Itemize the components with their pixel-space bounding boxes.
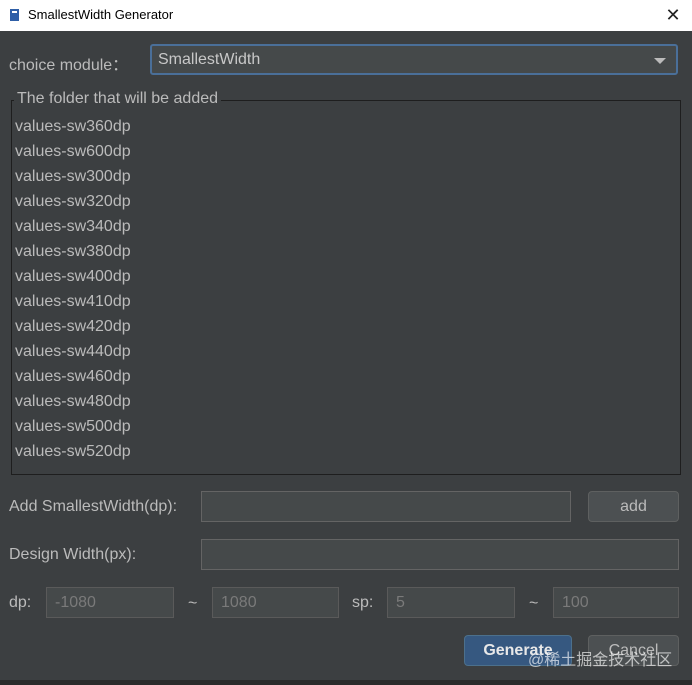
list-item: values-sw380dp <box>15 243 131 260</box>
design-width-label: Design Width(px): <box>9 546 137 563</box>
sp-min-field[interactable] <box>387 587 515 618</box>
list-item: values-sw480dp <box>15 393 131 410</box>
folder-list: values-sw360dp values-sw600dp values-sw3… <box>15 114 131 464</box>
list-item: values-sw420dp <box>15 318 131 335</box>
close-icon[interactable]: ✕ <box>662 4 684 26</box>
list-item: values-sw520dp <box>15 443 131 460</box>
list-item: values-sw500dp <box>15 418 131 435</box>
list-item: values-sw300dp <box>15 168 131 185</box>
list-item: values-sw600dp <box>15 143 131 160</box>
list-item: values-sw360dp <box>15 118 131 135</box>
app-icon <box>10 9 19 21</box>
dp-max-field[interactable] <box>212 587 339 618</box>
watermark: @稀土掘金技术社区 <box>528 652 673 669</box>
chevron-down-icon[interactable] <box>654 58 666 64</box>
module-select-value: SmallestWidth <box>158 51 261 68</box>
bottom-strip <box>0 680 692 685</box>
dp-min-field[interactable] <box>46 587 174 618</box>
smallest-width-input[interactable] <box>201 491 571 522</box>
sp-label: sp: <box>352 594 374 611</box>
design-width-input[interactable] <box>201 539 679 570</box>
list-item: values-sw320dp <box>15 193 131 210</box>
choice-module-label: choice module： <box>9 57 129 74</box>
folder-group-title: The folder that will be added <box>14 90 222 108</box>
list-item: values-sw440dp <box>15 343 131 360</box>
range-separator: ~ <box>529 595 539 612</box>
dp-label: dp: <box>9 594 32 611</box>
window-title: SmallestWidth Generator <box>28 7 174 22</box>
list-item: values-sw400dp <box>15 268 131 285</box>
list-item: values-sw460dp <box>15 368 131 385</box>
list-item: values-sw410dp <box>15 293 131 310</box>
add-smallest-width-label: Add SmallestWidth(dp): <box>9 498 178 515</box>
range-separator: ~ <box>188 595 198 612</box>
module-select[interactable]: SmallestWidth <box>150 44 678 75</box>
list-item: values-sw340dp <box>15 218 131 235</box>
title-bar: SmallestWidth Generator ✕ <box>0 0 692 31</box>
add-button[interactable]: add <box>588 491 679 522</box>
sp-max-field[interactable] <box>553 587 679 618</box>
